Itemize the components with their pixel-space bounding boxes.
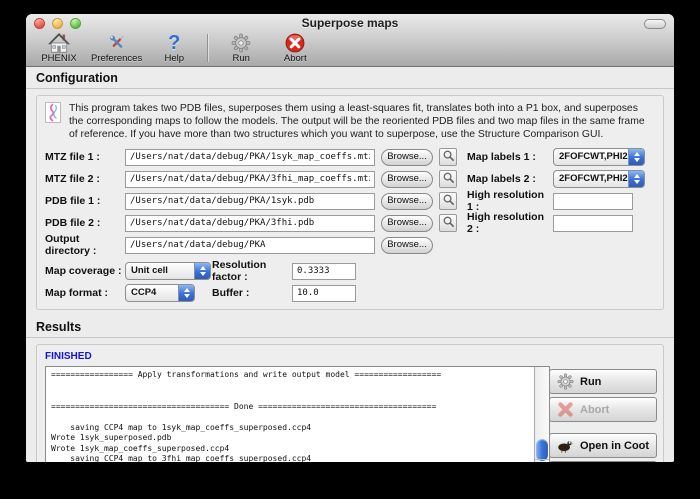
map-coverage-label: Map coverage : <box>45 265 125 277</box>
home-icon <box>47 32 71 53</box>
open-in-pymol-button[interactable]: Open in PyMOL <box>549 461 657 462</box>
toolbar-phenix-button[interactable]: PHENIX <box>32 32 86 64</box>
output-directory-label: Output directory : <box>45 233 125 257</box>
traffic-lights <box>34 18 81 29</box>
magnifier-icon <box>442 149 455 165</box>
console-scrollbar[interactable] <box>534 367 549 462</box>
popup-arrows-icon <box>628 149 644 165</box>
coot-bird-icon <box>556 437 574 455</box>
toolbar-abort-label: Abort <box>284 53 307 64</box>
popup-arrows-icon <box>194 263 210 279</box>
buffer-label: Buffer : <box>212 287 292 299</box>
main-content: Configuration This program takes two PDB… <box>26 67 674 462</box>
question-icon: ? <box>168 32 180 53</box>
mtz-file-2-browse-button[interactable]: Browse... <box>381 171 433 188</box>
pdb-file-2-label: PDB file 2 : <box>45 217 125 229</box>
map-coverage-row: Map coverage : Unit cell Resolution fact… <box>41 260 659 282</box>
gear-icon <box>556 373 574 391</box>
mtz-file-2-label: MTZ file 2 : <box>45 173 125 185</box>
high-resolution-1-label: High resolution 1 : <box>467 189 551 213</box>
titlebar[interactable]: Superpose maps <box>26 14 674 32</box>
log-output[interactable]: ================= Apply transformations … <box>46 367 534 462</box>
pdb-file-1-row: PDB file 1 : Browse... High resolution 1… <box>41 190 659 212</box>
open-in-coot-button[interactable]: Open in Coot <box>549 433 657 458</box>
output-directory-browse-button[interactable]: Browse... <box>381 237 433 254</box>
window-title: Superpose maps <box>26 16 674 30</box>
pdb-file-2-view-button[interactable] <box>439 214 457 232</box>
run-button[interactable]: Run <box>549 369 657 394</box>
status-text: FINISHED <box>45 351 542 362</box>
resolution-factor-input[interactable] <box>292 263 356 280</box>
map-labels-2-dropdown[interactable]: 2FOFCWT,PHI2FOF... <box>553 170 645 188</box>
magnifier-icon <box>442 171 455 187</box>
minimize-button[interactable] <box>52 18 63 29</box>
pdb-file-1-browse-button[interactable]: Browse... <box>381 193 433 210</box>
popup-arrows-icon <box>178 285 194 301</box>
toolbar-phenix-label: PHENIX <box>41 53 76 64</box>
pdb-file-2-row: PDB file 2 : Browse... High resolution 2… <box>41 212 659 234</box>
close-button[interactable] <box>34 18 45 29</box>
popup-arrows-icon <box>628 171 644 187</box>
toolbar-separator <box>207 34 208 62</box>
ribbon-molecule-icon <box>45 102 61 141</box>
map-format-dropdown[interactable]: CCP4 <box>125 284 195 302</box>
map-labels-2-label: Map labels 2 : <box>467 173 551 185</box>
toolbar-preferences-button[interactable]: Preferences <box>86 32 147 64</box>
configuration-heading: Configuration <box>26 67 674 89</box>
magnifier-icon <box>442 215 455 231</box>
abort-x-icon <box>556 401 574 419</box>
pdb-file-1-view-button[interactable] <box>439 192 457 210</box>
toolbar-preferences-label: Preferences <box>91 53 142 64</box>
toolbar-toggle-button[interactable] <box>644 19 666 29</box>
app-window: Superpose maps PHENIX <box>26 14 674 462</box>
scroll-up-button[interactable] <box>535 459 549 462</box>
pdb-file-2-input[interactable] <box>125 215 375 232</box>
mtz-file-1-input[interactable] <box>125 149 375 166</box>
configuration-panel: This program takes two PDB files, superp… <box>36 95 664 310</box>
action-buttons: Run Abort <box>549 369 657 462</box>
toolbar-help-label: Help <box>164 53 184 64</box>
toolbar-abort-button[interactable]: Abort <box>268 32 322 64</box>
tools-icon <box>106 32 128 53</box>
results-panel: FINISHED ================= Apply transfo… <box>36 344 664 462</box>
window-header: Superpose maps PHENIX <box>26 14 674 67</box>
pdb-file-1-label: PDB file 1 : <box>45 195 125 207</box>
map-format-label: Map format : <box>45 287 125 299</box>
map-labels-1-dropdown[interactable]: 2FOFCWT,PHI2FOF... <box>553 148 645 166</box>
toolbar: PHENIX Pref <box>26 32 674 66</box>
mtz-file-1-row: MTZ file 1 : Browse... Map labels 1 : 2F… <box>41 146 659 168</box>
toolbar-help-button[interactable]: ? Help <box>147 32 201 64</box>
buffer-input[interactable] <box>292 285 356 302</box>
resolution-factor-label: Resolution factor : <box>212 259 292 283</box>
mtz-file-2-view-button[interactable] <box>439 170 457 188</box>
program-description: This program takes two PDB files, superp… <box>69 102 654 141</box>
pdb-file-2-browse-button[interactable]: Browse... <box>381 215 433 232</box>
zoom-button[interactable] <box>70 18 81 29</box>
scrollbar-thumb[interactable] <box>536 439 548 461</box>
high-resolution-2-label: High resolution 2 : <box>467 211 551 235</box>
magnifier-icon <box>442 193 455 209</box>
mtz-file-1-label: MTZ file 1 : <box>45 151 125 163</box>
output-directory-input[interactable] <box>125 237 375 254</box>
pdb-file-1-input[interactable] <box>125 193 375 210</box>
log-console: ================= Apply transformations … <box>45 366 550 462</box>
toolbar-run-button[interactable]: Run <box>214 32 268 64</box>
high-resolution-1-input[interactable] <box>553 193 633 210</box>
gear-icon <box>231 32 251 53</box>
abort-button[interactable]: Abort <box>549 397 657 422</box>
toolbar-run-label: Run <box>233 53 250 64</box>
map-format-row: Map format : CCP4 Buffer : <box>41 282 659 304</box>
abort-icon <box>285 32 305 53</box>
map-labels-1-label: Map labels 1 : <box>467 151 551 163</box>
mtz-file-2-input[interactable] <box>125 171 375 188</box>
mtz-file-1-view-button[interactable] <box>439 148 457 166</box>
high-resolution-2-input[interactable] <box>553 215 633 232</box>
results-heading: Results <box>26 316 674 338</box>
mtz-file-2-row: MTZ file 2 : Browse... Map labels 2 : 2F… <box>41 168 659 190</box>
map-coverage-dropdown[interactable]: Unit cell <box>125 262 211 280</box>
output-directory-row: Output directory : Browse... <box>41 234 659 256</box>
mtz-file-1-browse-button[interactable]: Browse... <box>381 149 433 166</box>
